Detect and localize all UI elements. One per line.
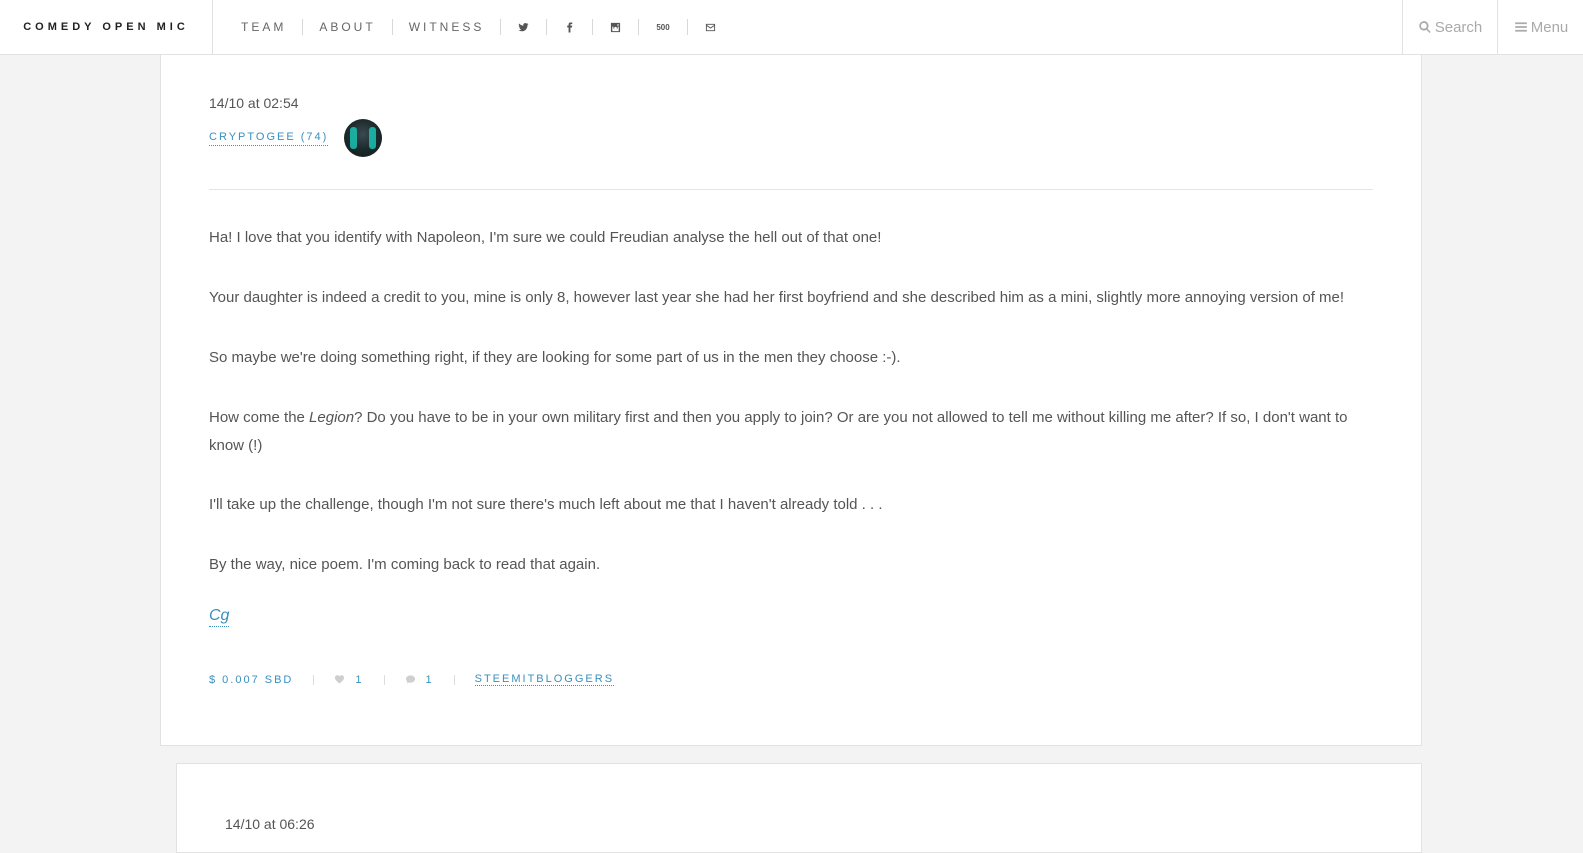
nav-team[interactable]: TEAM <box>225 20 302 34</box>
meta-divider <box>313 674 315 685</box>
comment-paragraph: How come the Legion? Do you have to be i… <box>209 404 1373 460</box>
comment-paragraph: Ha! I love that you identify with Napole… <box>209 229 882 246</box>
like-count: 1 <box>355 673 364 686</box>
next-comment-card: 14/10 at 06:26 <box>176 763 1422 853</box>
signature-link[interactable]: Cg <box>209 606 230 627</box>
meta-divider <box>453 674 455 685</box>
hamburger-icon <box>1514 22 1527 32</box>
comment-meta: $ 0.007 SBD 1 1 STEEMITBLOGGERS <box>209 673 615 686</box>
comment-date: 14/10 at 06:26 <box>225 816 315 832</box>
meta-divider <box>383 674 385 685</box>
top-navbar: COMEDY OPEN MIC TEAM ABOUT WITNESS 500 S… <box>0 0 1583 55</box>
menu-label: Menu <box>1530 18 1569 36</box>
main-nav: TEAM ABOUT WITNESS 500 <box>225 0 733 54</box>
heart-icon <box>335 675 345 684</box>
site-brand[interactable]: COMEDY OPEN MIC <box>0 0 213 54</box>
comment-paragraph: By the way, nice poem. I'm coming back t… <box>209 556 601 573</box>
envelope-icon[interactable] <box>688 22 733 33</box>
comment-card: 14/10 at 02:54 CRYPTOGEE (74) Ha! I love… <box>160 30 1422 746</box>
menu-button[interactable]: Menu <box>1497 0 1583 54</box>
italic-text: Legion <box>309 409 355 426</box>
search-button[interactable]: Search <box>1402 0 1497 54</box>
nav-witness[interactable]: WITNESS <box>393 20 501 34</box>
reply-count: 1 <box>425 673 434 686</box>
reply-button[interactable]: 1 <box>405 674 434 686</box>
author-link[interactable]: CRYPTOGEE (74) <box>209 131 329 146</box>
comment-paragraph: So maybe we're doing something right, if… <box>209 349 901 366</box>
comment-paragraph: Your daughter is indeed a credit to you,… <box>209 289 1345 306</box>
comment-body: Ha! I love that you identify with Napole… <box>209 224 1373 611</box>
instagram-icon[interactable] <box>593 22 638 33</box>
paragraph-text: ? Do you have to be in your own military… <box>209 409 1348 454</box>
avatar[interactable] <box>344 119 383 157</box>
comment-paragraph: I'll take up the challenge, though I'm n… <box>209 496 883 513</box>
search-icon <box>1419 21 1431 33</box>
author-row: CRYPTOGEE (74) <box>209 119 383 157</box>
twitter-icon[interactable] <box>501 22 546 33</box>
comment-icon <box>405 675 415 684</box>
500px-icon[interactable]: 500 <box>639 23 686 32</box>
search-label: Search <box>1434 18 1483 36</box>
payout-value[interactable]: $ 0.007 SBD <box>209 674 293 686</box>
comment-date: 14/10 at 02:54 <box>209 95 299 111</box>
facebook-icon[interactable] <box>547 21 592 33</box>
tag-link[interactable]: STEEMITBLOGGERS <box>474 673 615 686</box>
like-button[interactable]: 1 <box>334 674 363 686</box>
divider <box>209 189 1373 190</box>
paragraph-text: How come the <box>209 409 310 426</box>
nav-about[interactable]: ABOUT <box>303 20 391 34</box>
